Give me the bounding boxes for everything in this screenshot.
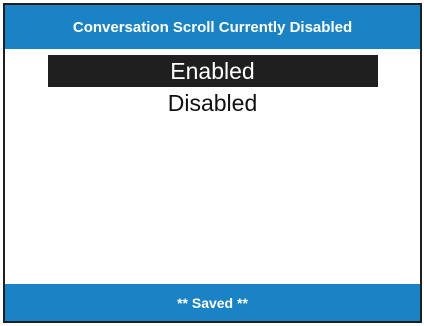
- title-bar: Conversation Scroll Currently Disabled: [5, 5, 420, 49]
- option-label: Enabled: [170, 57, 255, 84]
- option-list: Enabled Disabled: [5, 55, 420, 119]
- screen-title: Conversation Scroll Currently Disabled: [72, 18, 353, 36]
- option-label: Disabled: [167, 89, 258, 116]
- option-enabled[interactable]: Enabled: [47, 55, 378, 87]
- device-screen: Conversation Scroll Currently Disabled E…: [3, 3, 422, 323]
- option-disabled[interactable]: Disabled: [47, 87, 378, 119]
- status-bar: ** Saved **: [5, 284, 420, 321]
- status-text: ** Saved **: [177, 294, 248, 311]
